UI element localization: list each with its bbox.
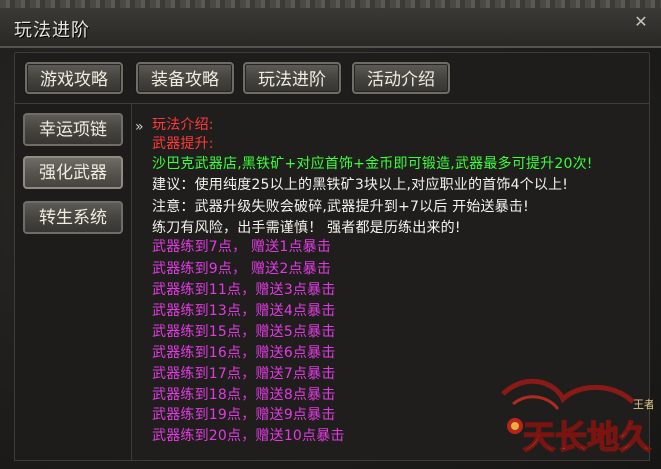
tip-line: 建议：使用纯度25以上的黑铁矿3块以上,对应职业的首饰4个以上! <box>152 177 569 193</box>
sidebar-item-strengthen-weapon[interactable]: 强化武器 <box>23 156 123 189</box>
reward-line: 武器练到16点，赠送6点暴击 <box>152 345 336 361</box>
content-subheading: 武器提升: <box>152 136 214 152</box>
game-logo: 天长地久 王者 <box>501 378 653 457</box>
title-bar: 玩法进阶 ✕ <box>0 8 661 48</box>
svg-text:王者: 王者 <box>633 398 653 411</box>
content-intro: 沙巴克武器店,黑铁矿+对应首饰+金币即可锻造,武器最多可提升20次! <box>152 156 593 172</box>
reward-line: 武器练到15点，赠送5点暴击 <box>152 324 336 340</box>
svg-text:天长地久: 天长地久 <box>523 418 651 456</box>
reward-line: 武器练到20点，赠送10点暴击 <box>152 428 345 444</box>
tip-line: 注意：武器升级失败会破碎,武器提升到+7以后 开始送暴击! <box>152 199 529 215</box>
tab-event-intro[interactable]: 活动介绍 <box>352 62 450 94</box>
tab-advanced-play[interactable]: 玩法进阶 <box>243 62 341 94</box>
tip-line: 练刀有风险，出手需谨慎！ 强者都是历练出来的! <box>152 220 461 236</box>
reward-line: 武器练到18点，赠送8点暴击 <box>152 387 336 403</box>
reward-line: 武器练到7点， 赠送1点暴击 <box>152 239 332 255</box>
reward-line: 武器练到17点，赠送7点暴击 <box>152 366 336 382</box>
sidebar-item-lucky-necklace[interactable]: 幸运项链 <box>23 113 123 146</box>
tab-bar: 游戏攻略 装备攻略 玩法进阶 活动介绍 <box>14 52 650 104</box>
game-window: 玩法进阶 ✕ 游戏攻略 装备攻略 玩法进阶 活动介绍 幸运项链 强化武器 转生系… <box>0 0 661 469</box>
tab-equipment-guide[interactable]: 装备攻略 <box>136 62 234 94</box>
reward-line: 武器练到9点， 赠送2点暴击 <box>152 261 332 277</box>
reward-line: 武器练到13点，赠送4点暴击 <box>152 303 336 319</box>
close-icon[interactable]: ✕ <box>629 10 653 34</box>
reward-line: 武器练到19点，赠送9点暴击 <box>152 407 336 423</box>
chevron-right-icon: » <box>135 119 144 135</box>
reward-line: 武器练到11点，赠送3点暴击 <box>152 282 336 298</box>
window-title: 玩法进阶 <box>14 20 90 41</box>
sidebar: 幸运项链 强化武器 转生系统 <box>14 103 133 461</box>
sidebar-item-rebirth-system[interactable]: 转生系统 <box>23 201 123 234</box>
content-heading: 玩法介绍: <box>152 117 214 133</box>
tab-game-guide[interactable]: 游戏攻略 <box>25 62 123 94</box>
